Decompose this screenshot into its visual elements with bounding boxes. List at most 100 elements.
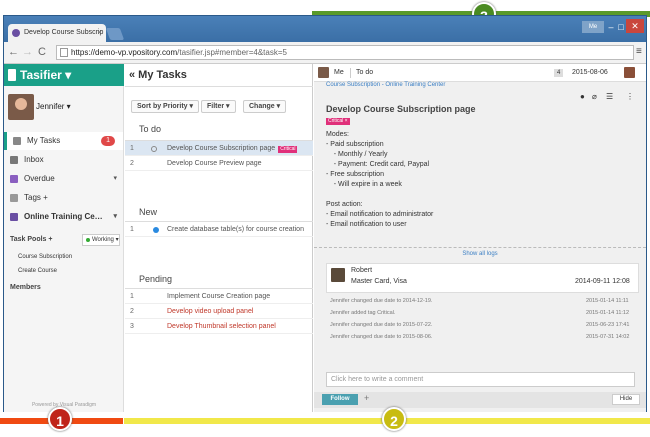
window-close-button[interactable]: ✕ — [626, 19, 644, 33]
sidebar-item-tags[interactable]: Tags + — [4, 189, 123, 207]
add-follower-button[interactable]: + — [364, 393, 369, 403]
due-date[interactable]: 2015-08-06 — [572, 64, 608, 82]
tag-icon — [10, 194, 18, 202]
assignee-label[interactable]: Me — [334, 64, 344, 82]
task-row[interactable]: 2 Develop Course Preview page — [125, 156, 313, 171]
inbox-icon — [10, 156, 18, 164]
chevron-down-icon[interactable]: ▾ — [113, 170, 117, 188]
task-number: 1 — [130, 226, 134, 233]
task-title[interactable]: Develop Course Subscription page — [326, 104, 476, 114]
task-label: Create database table(s) for course crea… — [167, 226, 304, 233]
count-badge: 4 — [554, 69, 564, 77]
task-description[interactable]: Modes: - Paid subscription - Monthly / Y… — [326, 130, 433, 230]
brand-menu[interactable]: Tasifier ▾ — [4, 64, 124, 86]
sidebar-item-my-tasks[interactable]: My Tasks 1 — [4, 132, 123, 150]
forward-icon[interactable]: → — [22, 46, 33, 58]
show-logs-link[interactable]: Show all logs — [314, 251, 646, 257]
task-number: 1 — [130, 145, 134, 152]
comment-input[interactable]: Click here to write a comment — [326, 372, 635, 387]
url-host: https://demo-vp.vpository.com — [71, 48, 178, 57]
back-icon[interactable]: ← — [8, 46, 19, 58]
log-time: 2015-01-14 11:12 — [586, 310, 630, 316]
owner-avatar[interactable] — [624, 67, 635, 78]
task-number: 2 — [130, 308, 134, 315]
browser-tab[interactable]: Develop Course Subscrip × — [8, 24, 106, 42]
log-entry: Jennifer changed due date to 2014-12-19. — [330, 298, 433, 304]
task-number: 3 — [130, 323, 134, 330]
tasifier-logo-icon — [8, 69, 16, 81]
follow-button[interactable]: Follow — [322, 394, 358, 405]
calendar-icon — [10, 175, 18, 183]
address-bar[interactable]: https://demo-vp.vpository.com/tasifier.j… — [56, 45, 634, 60]
annotation-marker-1: 1 — [48, 407, 72, 431]
members-heading[interactable]: Members — [10, 284, 41, 291]
task-row[interactable]: 1 Implement Course Creation page — [125, 289, 313, 304]
comment-text: Master Card, Visa — [351, 278, 407, 285]
sort-button[interactable]: Sort by Priority ▾ — [131, 100, 200, 113]
group-heading-new: New — [139, 207, 158, 217]
sidebar-item-label: Overdue — [24, 174, 55, 183]
working-filter-label: Working ▾ — [92, 237, 119, 243]
user-avatar[interactable] — [8, 94, 34, 120]
working-filter-select[interactable]: Working ▾ — [82, 234, 120, 246]
user-menu[interactable]: Jennifer ▾ — [36, 102, 71, 111]
sidebar-item-label: Online Training Ce… — [24, 212, 103, 221]
sidebar-item-overdue[interactable]: Overdue ▾ — [4, 170, 123, 188]
sidebar-item-project[interactable]: Online Training Ce… ▾ — [4, 208, 123, 226]
log-time: 2015-01-14 11:11 — [586, 298, 629, 304]
new-tab-button[interactable] — [105, 28, 125, 40]
tasifier-app: Tasifier ▾ Jennifer ▾ My Tasks 1 Inbox O… — [4, 64, 646, 412]
screenshot-root: 3 Develop Course Subscrip × Me – □ ✕ ← →… — [0, 0, 650, 437]
tasks-icon — [13, 137, 21, 145]
task-checkbox[interactable] — [151, 146, 157, 152]
filter-button[interactable]: Filter ▾ — [201, 100, 236, 113]
task-pools-heading[interactable]: Task Pools + — [10, 236, 52, 243]
task-row[interactable]: 1 Create database table(s) for course cr… — [125, 222, 313, 237]
log-entry: Jennifer changed due date to 2015-07-22. — [330, 322, 433, 328]
hide-button[interactable]: Hide — [612, 394, 640, 405]
task-detail-panel: Me To do 4 2015-08-06 Course Subscriptio… — [314, 64, 646, 412]
comment-card: Robert Master Card, Visa 2014-09-11 12:0… — [326, 263, 639, 293]
sidebar-item-inbox[interactable]: Inbox — [4, 151, 123, 169]
commenter-avatar — [331, 268, 345, 282]
change-button[interactable]: Change ▾ — [243, 100, 287, 113]
log-time: 2015-07-31 14:02 — [586, 334, 630, 340]
group-heading-todo: To do — [139, 124, 162, 134]
sidebar-item-label: Inbox — [24, 155, 44, 164]
critical-tag: Critical — [278, 146, 298, 153]
more-icon[interactable]: ⋮ — [626, 92, 634, 101]
divider — [314, 247, 646, 248]
pool-item[interactable]: Create Course — [18, 268, 57, 274]
panel-title[interactable]: « My Tasks — [125, 64, 313, 86]
task-label: Develop Course Preview page — [167, 160, 262, 167]
task-number: 1 — [130, 293, 134, 300]
status-dot-icon — [86, 238, 90, 242]
breadcrumb[interactable]: Course Subscription - Online Training Ce… — [326, 82, 445, 88]
log-time: 2015-06-23 17:41 — [586, 322, 630, 328]
tab-title: Develop Course Subscrip — [24, 29, 104, 36]
task-label: Develop Course Subscription page — [167, 145, 276, 152]
attachment-icon[interactable]: ⌀ — [592, 92, 597, 101]
pool-item[interactable]: Course Subscription — [18, 254, 72, 260]
brand-name: Tasifier ▾ — [20, 68, 72, 82]
comment-time: 2014-09-11 12:08 — [575, 278, 630, 285]
folder-icon — [10, 213, 18, 221]
task-row[interactable]: 3 Develop Thumbnail selection panel — [125, 319, 313, 334]
list-icon[interactable]: ☰ — [606, 92, 613, 101]
critical-tag[interactable]: Critical × — [326, 118, 350, 125]
tag-icon[interactable]: ● — [580, 92, 585, 101]
task-text: Develop Course Subscription page Critical — [167, 141, 298, 156]
status-label[interactable]: To do — [356, 64, 373, 82]
task-label: Develop Thumbnail selection panel — [167, 323, 276, 330]
tab-close-icon[interactable]: × — [97, 24, 102, 42]
task-row[interactable]: 1 Develop Course Subscription page Critic… — [125, 141, 313, 156]
favicon-icon — [12, 29, 20, 37]
assignee-avatar[interactable] — [318, 67, 329, 78]
profile-badge[interactable]: Me — [582, 21, 604, 33]
divider — [350, 68, 351, 78]
task-row[interactable]: 2 Develop video upload panel — [125, 304, 313, 319]
browser-menu-icon[interactable]: ≡ — [636, 46, 642, 57]
reload-icon[interactable]: C — [38, 46, 46, 58]
chevron-down-icon[interactable]: ▾ — [113, 208, 117, 226]
detail-header: Me To do 4 2015-08-06 — [314, 64, 646, 82]
